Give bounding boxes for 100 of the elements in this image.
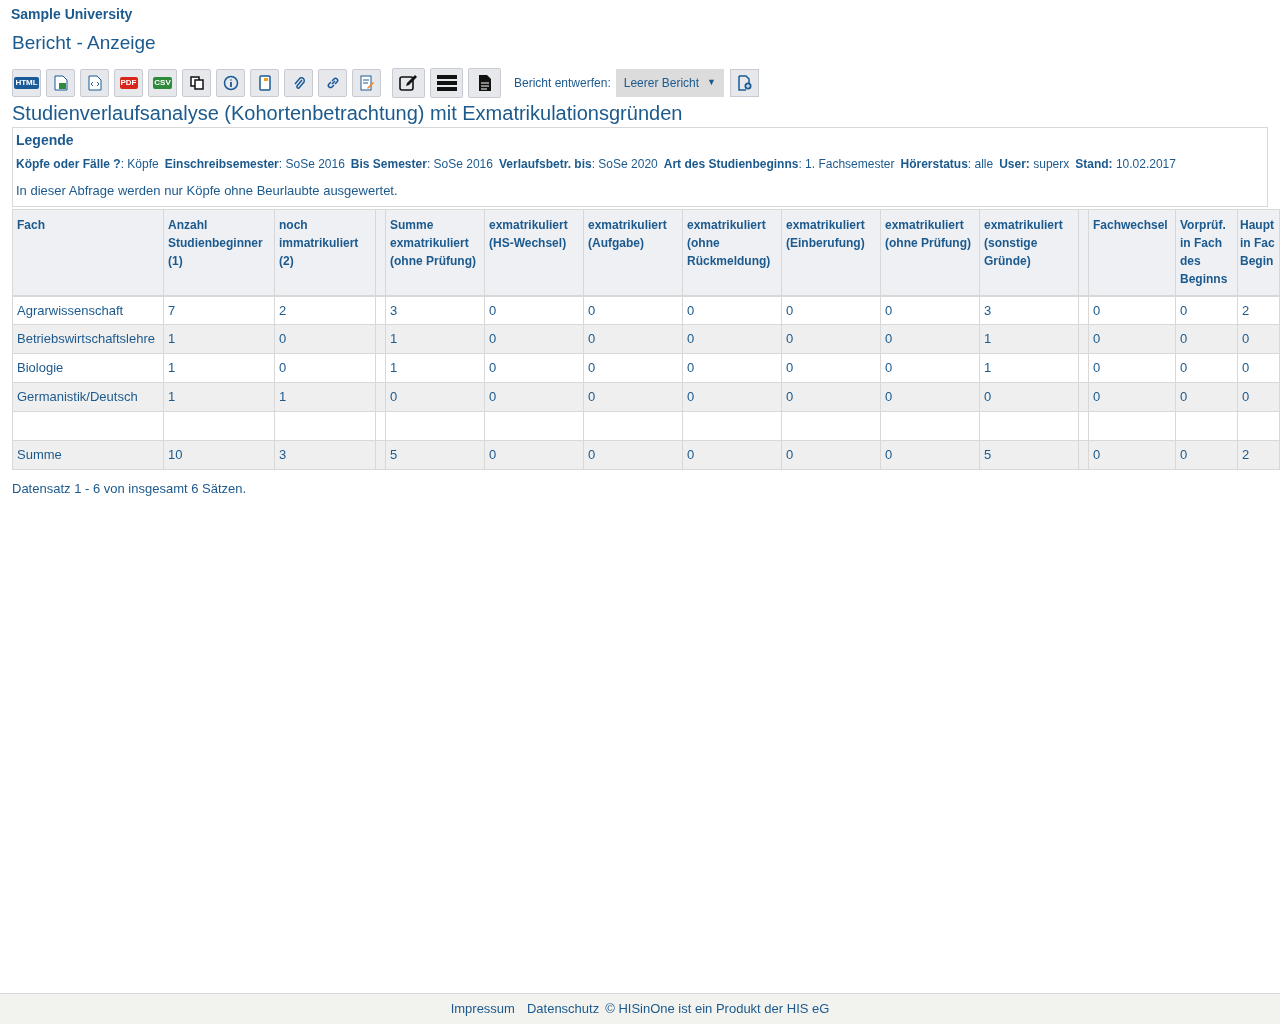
table-cell: 0 (1237, 353, 1280, 383)
design-label: Bericht entwerfen: (514, 74, 611, 92)
table-cell: Betriebswirtschaftslehre (12, 324, 164, 354)
table-cell: 0 (274, 324, 376, 354)
table-cell: 3 (385, 295, 485, 325)
table-cell: 0 (880, 382, 980, 412)
table-cell: 0 (1088, 295, 1176, 325)
table-cell: 0 (274, 353, 376, 383)
institution-name: Sample University (11, 5, 134, 24)
report-select[interactable]: Leerer Bericht ▼ (615, 68, 724, 97)
table-cell: 0 (484, 382, 584, 412)
toolbar-button[interactable] (216, 68, 245, 97)
add-document-icon (737, 74, 752, 91)
toolbar-button[interactable] (392, 67, 425, 98)
table-cell: 0 (682, 440, 782, 470)
legend-title: Legende (16, 130, 75, 150)
table-cell: 0 (781, 382, 881, 412)
table-cell: 0 (1175, 324, 1238, 354)
table-cell: 5 (385, 440, 485, 470)
table-cell: 3 (979, 295, 1079, 325)
file-format-icon: HTML (14, 76, 39, 89)
table-cell: 0 (1175, 295, 1238, 325)
column-header: Fachwechsel (1088, 209, 1176, 296)
table-cell: 2 (1237, 295, 1280, 325)
table-cell: Summe (12, 440, 164, 470)
toolbar-button[interactable] (430, 67, 463, 98)
notebook-icon (257, 74, 272, 91)
table-cell: 0 (1175, 382, 1238, 412)
toolbar-button[interactable]: CSV (148, 68, 177, 97)
table-cell: 0 (1237, 382, 1280, 412)
table-cell: Agrarwissenschaft (12, 295, 164, 325)
record-info: Datensatz 1 - 6 von insgesamt 6 Sätzen. (12, 480, 248, 498)
table-cell: Biologie (12, 353, 164, 383)
column-header: exmatrikuliert (ohne Rückmeldung) (682, 209, 782, 296)
toolbar-button[interactable] (468, 67, 501, 98)
pencil-edit-icon (398, 73, 419, 92)
column-header: Summe exmatrikuliert (ohne Prüfung) (385, 209, 485, 296)
column-header: exmatrikuliert (Aufgabe) (583, 209, 683, 296)
table-cell: 3 (274, 440, 376, 470)
table-cell: 0 (880, 324, 980, 354)
toolbar-button[interactable]: HTML (12, 68, 41, 97)
legend-note: In dieser Abfrage werden nur Köpfe ohne Beurlaubte ausgewertet. (16, 181, 399, 200)
table-cell: 0 (1088, 324, 1176, 354)
table-cell: 0 (1175, 440, 1238, 470)
table-cell: 2 (1237, 440, 1280, 470)
column-header: exmatrikuliert (Einberufung) (781, 209, 881, 296)
table-cell: 0 (583, 295, 683, 325)
table-cell: 0 (781, 440, 881, 470)
column-header: exmatrikuliert (sonstige Gründe) (979, 209, 1079, 296)
column-header: noch immatrikuliert (2) (274, 209, 376, 296)
table-cell: 5 (979, 440, 1079, 470)
table-cell: 0 (583, 324, 683, 354)
spreadsheet-icon (53, 74, 68, 91)
legend-item: Köpfe oder Fälle ?: Köpfe (16, 155, 159, 173)
table-cell: 0 (484, 353, 584, 383)
toolbar-button[interactable] (318, 68, 347, 97)
column-header: Haupt in Fac Begin (1237, 209, 1280, 296)
table-cell: 0 (682, 295, 782, 325)
column-header: exmatrikuliert (ohne Prüfung) (880, 209, 980, 296)
table-cell: 0 (1088, 440, 1176, 470)
info-icon (222, 74, 239, 91)
legend-item: Stand: 10.02.2017 (1075, 155, 1176, 173)
table-cell: 10 (163, 440, 275, 470)
table-cell: 0 (1175, 353, 1238, 383)
add-report-button[interactable] (730, 68, 759, 97)
copy-icon (188, 74, 205, 91)
table-cell: 0 (1237, 324, 1280, 354)
paperclip-icon (291, 74, 306, 91)
legend-item: Art des Studienbeginns: 1. Fachsemester (663, 155, 895, 173)
table-cell: 0 (484, 324, 584, 354)
report-title: Studienverlaufsanalyse (Kohortenbetrachtung) mit Exmatrikulationsgründen (12, 100, 684, 126)
column-header: exmatrikuliert (HS-Wechsel) (484, 209, 584, 296)
table-cell (1237, 411, 1280, 441)
table-cell: 0 (1088, 353, 1176, 383)
dropdown-arrow-icon: ▼ (707, 75, 716, 90)
table-cell: 0 (583, 382, 683, 412)
link-icon (324, 74, 341, 91)
table-cell: 1 (979, 324, 1079, 354)
table-cell: 0 (583, 353, 683, 383)
table-cell: 0 (1088, 382, 1176, 412)
table-cell: 0 (880, 353, 980, 383)
legend-item: User: superx (999, 155, 1070, 173)
table-cell: 1 (979, 353, 1079, 383)
toolbar-button[interactable] (284, 68, 313, 97)
table-cell: Germanistik/Deutsch (12, 382, 164, 412)
table-cell: 2 (274, 295, 376, 325)
table-cell: 0 (880, 295, 980, 325)
page-title: Bericht - Anzeige (12, 31, 157, 55)
table-cell: 0 (682, 382, 782, 412)
table-cell: 0 (781, 295, 881, 325)
column-header: Anzahl Studienbeginner (1) (163, 209, 275, 296)
table-cell: 0 (880, 440, 980, 470)
footer-link[interactable]: Datenschutz (526, 999, 600, 1019)
toolbar-button[interactable]: PDF (114, 68, 143, 97)
table-cell: 0 (682, 324, 782, 354)
edit-document-icon (358, 74, 375, 91)
footer-link[interactable]: Impressum (450, 999, 515, 1019)
legend-item: Verlaufsbetr. bis: SoSe 2020 (498, 155, 658, 173)
toolbar-button[interactable] (182, 68, 211, 97)
file-format-icon: CSV (153, 76, 172, 89)
